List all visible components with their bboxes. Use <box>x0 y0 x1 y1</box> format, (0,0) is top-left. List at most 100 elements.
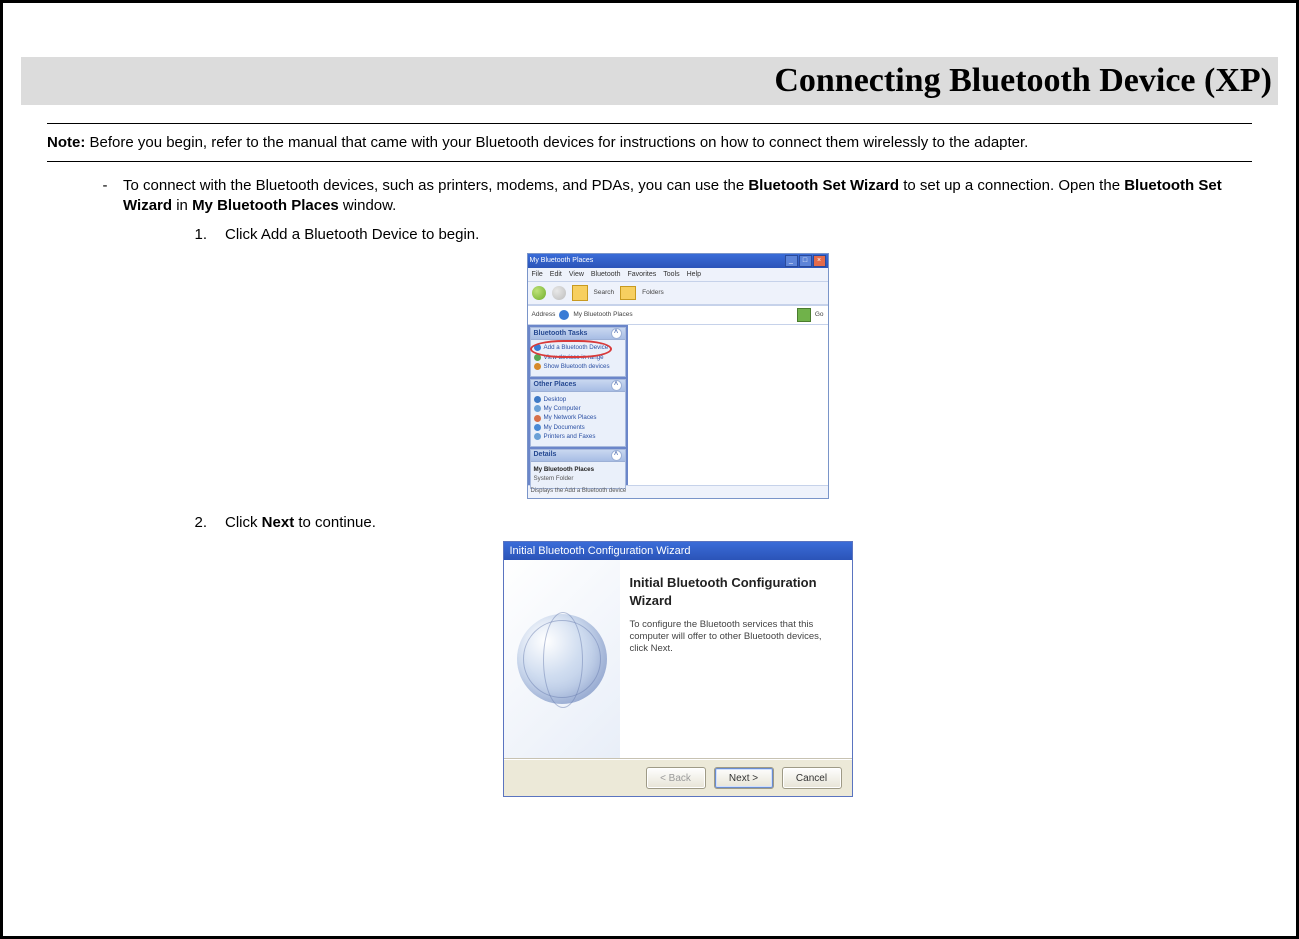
menu-bar: File Edit View Bluetooth Favorites Tools… <box>528 268 828 282</box>
menu-help[interactable]: Help <box>687 270 701 279</box>
other-places-panel: Other Places˄ Desktop My Computer My Net… <box>530 379 626 447</box>
address-value[interactable]: My Bluetooth Places <box>573 311 632 320</box>
divider <box>47 123 1252 124</box>
body-text: - To connect with the Bluetooth devices,… <box>87 176 1252 811</box>
title-band: Connecting Bluetooth Device (XP) <box>21 57 1278 105</box>
intro-mid-2: in <box>172 197 192 214</box>
intro-bold-3: My Bluetooth Places <box>192 197 339 214</box>
minimize-button[interactable]: _ <box>785 255 798 267</box>
folders-button[interactable]: Folders <box>642 289 664 298</box>
step-list: 1. Click Add a Bluetooth Device to begin… <box>167 225 1232 245</box>
other-places-header[interactable]: Other Places˄ <box>531 380 625 392</box>
task-add-device[interactable]: Add a Bluetooth Device <box>534 343 622 352</box>
status-bar: Displays the Add a Bluetooth device <box>528 485 828 498</box>
details-panel: Details ˄ My Bluetooth Places System Fold… <box>530 449 626 489</box>
documents-icon <box>534 424 541 431</box>
address-bar: Address My Bluetooth Places Go <box>528 305 828 325</box>
other-places-label: Other Places <box>534 380 577 389</box>
wizard-banner <box>504 560 620 758</box>
content-area: Note: Before you begin, refer to the man… <box>47 123 1252 811</box>
place-network[interactable]: My Network Places <box>534 413 622 422</box>
page-title: Connecting Bluetooth Device (XP) <box>774 62 1272 100</box>
intro-post: window. <box>339 197 397 214</box>
other-places-body: Desktop My Computer My Network Places My… <box>531 392 625 446</box>
figure-2-wrap: Initial Bluetooth Configuration Wizard I… <box>123 541 1232 797</box>
step-2-post: to continue. <box>294 514 376 531</box>
intro-mid: to set up a connection. Open the <box>899 177 1124 194</box>
content-pane[interactable] <box>628 325 828 485</box>
place-desktop[interactable]: Desktop <box>534 395 622 404</box>
place-desktop-label: Desktop <box>544 396 567 403</box>
step-2-text: Click Next to continue. <box>225 513 1232 533</box>
task-view-devices[interactable]: View devices in range <box>534 353 622 362</box>
desktop-icon <box>534 396 541 403</box>
wizard-window: Initial Bluetooth Configuration Wizard I… <box>503 541 853 797</box>
bluetooth-tasks-panel: Bluetooth Tasks˄ Add a Bluetooth Device <box>530 327 626 376</box>
bullet-dash: - <box>87 176 123 811</box>
bluetooth-tasks-label: Bluetooth Tasks <box>534 329 588 338</box>
task-icon <box>534 354 541 361</box>
intro-pre: To connect with the Bluetooth devices, s… <box>123 177 748 194</box>
figure-1-wrap: My Bluetooth Places _ □ × File Edit <box>123 253 1232 499</box>
cancel-button[interactable]: Cancel <box>782 767 842 789</box>
details-type: System Folder <box>534 474 622 483</box>
details-body: My Bluetooth Places System Folder <box>531 462 625 488</box>
task-view-devices-label: View devices in range <box>544 354 604 361</box>
bluetooth-tasks-body: Add a Bluetooth Device View devices in r… <box>531 340 625 375</box>
window-controls: _ □ × <box>785 255 826 267</box>
step-1-text: Click Add a Bluetooth Device to begin. <box>225 225 1232 245</box>
place-printers[interactable]: Printers and Faxes <box>534 432 622 441</box>
menu-file[interactable]: File <box>532 270 543 279</box>
place-my-computer-label: My Computer <box>544 405 581 412</box>
folders-icon[interactable] <box>620 286 636 300</box>
search-button[interactable]: Search <box>594 289 615 298</box>
computer-icon <box>534 405 541 412</box>
back-button[interactable]: < Back <box>646 767 706 789</box>
go-button[interactable] <box>797 308 811 322</box>
wizard-text-area: Initial Bluetooth Configuration Wizard T… <box>620 560 852 758</box>
address-label: Address <box>532 311 556 320</box>
chevron-icon: ˄ <box>611 450 622 461</box>
wizard-heading: Initial Bluetooth Configuration Wizard <box>630 574 838 609</box>
network-icon <box>534 415 541 422</box>
menu-favorites[interactable]: Favorites <box>627 270 656 279</box>
next-button[interactable]: Next > <box>714 767 774 789</box>
task-add-device-label: Add a Bluetooth Device <box>544 344 609 351</box>
task-icon <box>534 363 541 370</box>
toolbar: Search Folders <box>528 282 828 305</box>
task-show-devices-label: Show Bluetooth devices <box>544 363 610 370</box>
step-list-2: 2. Click Next to continue. <box>167 513 1232 533</box>
intro-bold-1: Bluetooth Set Wizard <box>748 177 899 194</box>
close-button[interactable]: × <box>813 255 826 267</box>
divider <box>47 161 1252 162</box>
window-titlebar: My Bluetooth Places _ □ × <box>528 254 828 268</box>
go-label: Go <box>815 311 824 320</box>
menu-edit[interactable]: Edit <box>550 270 562 279</box>
maximize-button[interactable]: □ <box>799 255 812 267</box>
up-icon[interactable] <box>572 285 588 301</box>
step-1-number: 1. <box>167 225 225 245</box>
menu-bluetooth[interactable]: Bluetooth <box>591 270 621 279</box>
place-documents-label: My Documents <box>544 424 585 431</box>
bluetooth-tasks-header[interactable]: Bluetooth Tasks˄ <box>531 328 625 340</box>
place-documents[interactable]: My Documents <box>534 423 622 432</box>
wizard-button-row: < Back Next > Cancel <box>504 759 852 796</box>
my-bluetooth-places-window: My Bluetooth Places _ □ × File Edit <box>527 253 829 499</box>
globe-icon <box>517 614 607 704</box>
task-show-devices[interactable]: Show Bluetooth devices <box>534 362 622 371</box>
details-name: My Bluetooth Places <box>534 465 622 474</box>
window-body: Bluetooth Tasks˄ Add a Bluetooth Device <box>528 325 828 485</box>
bluetooth-icon <box>559 310 569 320</box>
place-network-label: My Network Places <box>544 414 597 421</box>
side-panel: Bluetooth Tasks˄ Add a Bluetooth Device <box>528 325 628 485</box>
menu-view[interactable]: View <box>569 270 584 279</box>
printer-icon <box>534 433 541 440</box>
place-my-computer[interactable]: My Computer <box>534 404 622 413</box>
details-label: Details <box>534 450 557 459</box>
menu-tools[interactable]: Tools <box>663 270 679 279</box>
details-header[interactable]: Details ˄ <box>531 450 625 462</box>
bullet-content: To connect with the Bluetooth devices, s… <box>123 176 1252 811</box>
forward-button[interactable] <box>552 286 566 300</box>
bluetooth-icon <box>534 344 541 351</box>
back-button[interactable] <box>532 286 546 300</box>
